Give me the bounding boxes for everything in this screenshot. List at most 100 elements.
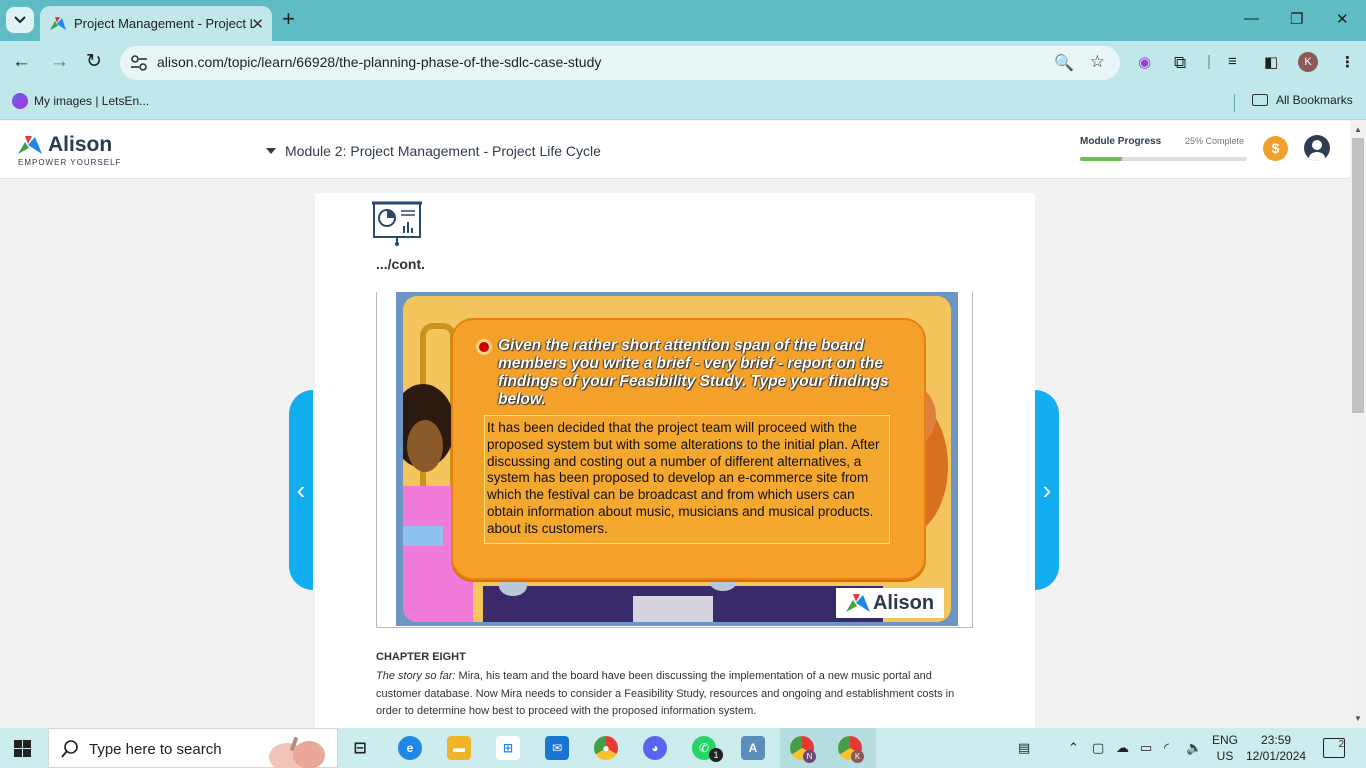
edge-icon[interactable]: e (398, 736, 422, 760)
slide-background: Given the rather short attention span of… (403, 296, 951, 622)
logo-name: Alison (48, 133, 113, 156)
bookmarks-divider (1234, 94, 1235, 112)
language-code: ENG (1212, 733, 1239, 747)
bookmark-star-icon[interactable]: ☆ (1090, 52, 1105, 72)
all-bookmarks-button[interactable]: All Bookmarks (1252, 93, 1353, 107)
all-bookmarks-label: All Bookmarks (1276, 93, 1353, 107)
module-progress-fill (1080, 157, 1122, 161)
bookmarks-bar: My images | LetsEn... All Bookmarks (0, 85, 1366, 120)
volume-icon[interactable]: 🔈 (1186, 740, 1202, 756)
slide-frame: Given the rather short attention span of… (376, 292, 973, 628)
mail-icon[interactable]: ✉ (545, 736, 569, 760)
browser-toolbar: ← → ↻ alison.com/topic/learn/66928/the-p… (0, 41, 1366, 85)
scroll-down-icon[interactable]: ▼ (1354, 714, 1362, 723)
region-code: US (1216, 749, 1234, 763)
address-bar[interactable]: alison.com/topic/learn/66928/the-plannin… (120, 46, 1120, 80)
meet-icon[interactable]: ▢ (1092, 740, 1104, 756)
chevron-left-icon: ‹ (296, 474, 306, 505)
task-view-icon[interactable]: ⊟ (348, 736, 372, 760)
media-control-icon[interactable]: ≡ (1228, 53, 1237, 70)
forward-icon[interactable]: → (50, 52, 69, 72)
module-dropdown[interactable]: Module 2: Project Management - Project L… (266, 143, 601, 159)
minimize-icon[interactable]: — (1244, 10, 1259, 27)
wifi-icon[interactable]: ◜ (1164, 740, 1169, 756)
url-text: alison.com/topic/learn/66928/the-plannin… (157, 54, 602, 70)
browser-menu-icon[interactable]: ⋮ (1340, 53, 1355, 71)
app-icon[interactable]: A (741, 736, 765, 760)
profile-avatar[interactable]: K (1298, 52, 1318, 72)
user-avatar[interactable] (1304, 135, 1330, 161)
notification-center-icon[interactable]: 2 (1323, 738, 1345, 758)
browser-tab-active[interactable]: Project Management - Project L ✕ (40, 6, 272, 41)
site-header: Alison EMPOWER YOURSELF Module 2: Projec… (0, 121, 1350, 179)
chrome-icon[interactable]: ● (594, 736, 618, 760)
bookmark-favicon-icon (12, 93, 28, 109)
new-tab-button[interactable]: + (282, 8, 295, 30)
bookmark-label: My images | LetsEn... (34, 94, 150, 108)
alison-favicon-icon (50, 16, 66, 30)
news-widget-icon[interactable]: ▤ (1018, 740, 1030, 756)
extensions-puzzle-icon[interactable]: ⧉ (1174, 53, 1186, 73)
story-text: Mira, his team and the board have been d… (376, 670, 955, 717)
language-indicator[interactable]: ENG US (1212, 732, 1238, 764)
story-lead: The story so far: (376, 670, 456, 682)
progress-label: Module Progress (1080, 136, 1162, 147)
bullet-icon (476, 339, 492, 355)
site-info-icon[interactable] (130, 54, 148, 72)
next-page-button[interactable]: › (1035, 390, 1059, 590)
caret-down-icon (266, 148, 276, 154)
alison-logo[interactable]: Alison EMPOWER YOURSELF (18, 133, 121, 167)
windows-start-icon[interactable] (14, 740, 31, 757)
page-scrollbar[interactable]: ▲ ▼ (1350, 121, 1366, 728)
folder-icon (1252, 94, 1268, 106)
microsoft-store-icon[interactable]: ⊞ (496, 736, 520, 760)
discord-icon[interactable]: ◕ (643, 736, 667, 760)
side-panel-icon[interactable]: ◧ (1264, 53, 1278, 71)
scrollbar-thumb[interactable] (1352, 138, 1364, 413)
chrome-k-badge: K (851, 750, 864, 763)
slide-watermark-logo: Alison (836, 588, 944, 618)
logo-tagline: EMPOWER YOURSELF (18, 158, 122, 167)
findings-answer-textbox[interactable]: It has been decided that the project tea… (484, 415, 890, 544)
chapter-heading: CHAPTER EIGHT (376, 651, 466, 663)
module-title: Module 2: Project Management - Project L… (285, 143, 601, 159)
search-highlight-image (269, 736, 325, 768)
continuation-label: .../cont. (376, 256, 425, 272)
zoom-icon[interactable]: 🔍 (1054, 53, 1074, 73)
file-explorer-icon[interactable]: ▬ (447, 736, 471, 760)
notification-count: 2 (1338, 739, 1344, 750)
lesson-content: .../cont. Given the rather short attenti… (315, 193, 1035, 728)
tray-overflow-icon[interactable]: ⌃ (1068, 740, 1079, 756)
chrome-n-badge: N (803, 750, 816, 763)
bookmark-my-images[interactable]: My images | LetsEn... (12, 93, 149, 109)
restore-icon[interactable]: ❐ (1290, 10, 1303, 28)
battery-icon[interactable]: ▭ (1140, 740, 1152, 756)
chevron-down-icon (14, 16, 26, 24)
alison-logo-icon (845, 594, 870, 612)
tab-search-button[interactable] (6, 7, 34, 33)
system-clock[interactable]: 23:59 12/01/2024 (1246, 732, 1306, 764)
search-icon (61, 740, 78, 758)
taskbar-search-placeholder: Type here to search (89, 741, 222, 758)
previous-page-button[interactable]: ‹ (289, 390, 313, 590)
story-paragraph: The story so far: Mira, his team and the… (376, 668, 976, 721)
scroll-up-icon[interactable]: ▲ (1354, 125, 1362, 134)
toolbar-divider: | (1207, 53, 1211, 70)
close-window-icon[interactable]: ✕ (1336, 10, 1349, 28)
case-study-slide: Given the rather short attention span of… (396, 292, 958, 626)
back-icon[interactable]: ← (12, 52, 31, 72)
media-extension-icon[interactable]: ◉ (1138, 53, 1151, 71)
user-icon (1309, 140, 1325, 161)
coin-icon[interactable]: $ (1263, 136, 1288, 161)
slide-prompt: Given the rather short attention span of… (498, 337, 889, 408)
feasibility-question-panel: Given the rather short attention span of… (451, 318, 926, 580)
onedrive-icon[interactable]: ☁ (1116, 740, 1129, 756)
chevron-right-icon: › (1042, 474, 1052, 505)
tab-close-icon[interactable]: ✕ (251, 15, 264, 33)
watermark-text: Alison (872, 591, 935, 614)
alison-logo-icon (18, 136, 42, 154)
browser-tabbar: Project Management - Project L ✕ + — ❐ ✕ (0, 0, 1366, 41)
reload-icon[interactable]: ↻ (86, 52, 102, 72)
taskbar-search-box[interactable]: Type here to search (48, 728, 338, 768)
windows-taskbar: Type here to search ⊟ e ▬ ⊞ ✉ ● ◕ ✆ 1 A … (0, 728, 1366, 768)
